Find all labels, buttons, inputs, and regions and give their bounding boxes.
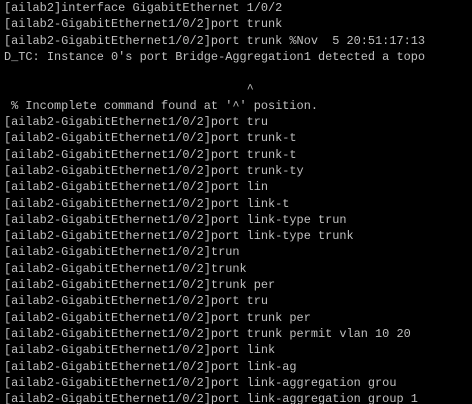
terminal-line: [ailab2-GigabitEthernet1/0/2]port trunk-…	[4, 131, 297, 146]
terminal-line: [ailab2-GigabitEthernet1/0/2]port link-a…	[4, 359, 297, 374]
terminal-line: [ailab2-GigabitEthernet1/0/2]port trunk-…	[4, 163, 304, 178]
terminal-line: [ailab2-GigabitEthernet1/0/2]trun	[4, 245, 240, 260]
terminal-prompt-current[interactable]: [ailab2-GigabitEthernet1/0/2]port link-a…	[4, 391, 425, 404]
terminal-line: [ailab2-GigabitEthernet1/0/2]port link-t…	[4, 229, 354, 244]
terminal-line: [ailab2-GigabitEthernet1/0/2]port trunk …	[4, 326, 411, 341]
terminal-line: ^	[4, 82, 254, 97]
terminal-line: [ailab2-GigabitEthernet1/0/2]port trunk …	[4, 310, 311, 325]
terminal-line: [ailab2-GigabitEthernet1/0/2]port link	[4, 343, 276, 358]
terminal-line: [ailab2-GigabitEthernet1/0/2]port trunk-…	[4, 147, 297, 162]
terminal-line: [ailab2-GigabitEthernet1/0/2]port lin	[4, 180, 269, 195]
terminal-line: [ailab2-GigabitEthernet1/0/2]trunk	[4, 261, 247, 276]
terminal-output: [ailab2]interface GigabitEthernet 1/0/2 …	[4, 0, 425, 404]
terminal-line: [ailab2-GigabitEthernet1/0/2]port trunk	[4, 17, 283, 32]
terminal-line: [ailab2-GigabitEthernet1/0/2]port trunk …	[4, 33, 425, 48]
terminal-line: [ailab2-GigabitEthernet1/0/2]trunk per	[4, 278, 276, 293]
terminal-line: [ailab2-GigabitEthernet1/0/2]port tru	[4, 115, 269, 130]
terminal-line: D_TC: Instance 0's port Bridge-Aggregati…	[4, 49, 425, 64]
terminal-line: [ailab2]interface GigabitEthernet 1/0/2	[4, 1, 283, 15]
terminal-line: % Incomplete command found at '^' positi…	[4, 98, 318, 113]
terminal-line: [ailab2-GigabitEthernet1/0/2]port link-a…	[4, 375, 397, 390]
terminal-line: [ailab2-GigabitEthernet1/0/2]port tru	[4, 294, 269, 309]
terminal-line: [ailab2-GigabitEthernet1/0/2]port link-t…	[4, 212, 347, 227]
terminal-line: [ailab2-GigabitEthernet1/0/2]port link-t	[4, 196, 290, 211]
terminal-window[interactable]: [ailab2]interface GigabitEthernet 1/0/2 …	[0, 0, 472, 404]
